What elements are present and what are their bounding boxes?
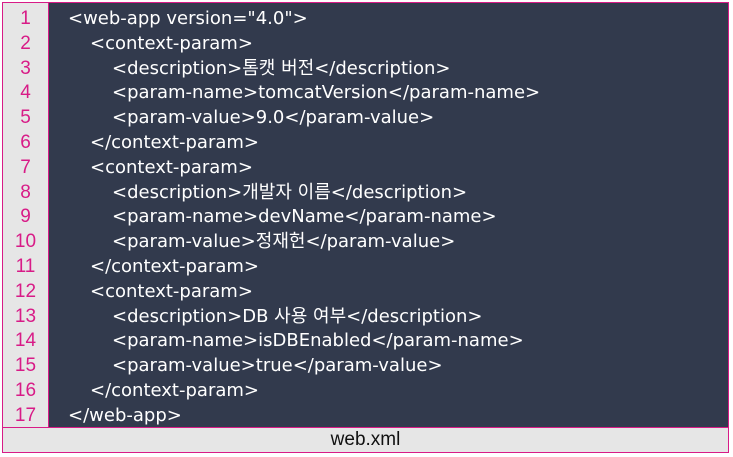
line-number: 2 (20, 32, 31, 54)
code-line: <description>톰캣 버전</description> (112, 57, 451, 79)
code-line: </web-app> (68, 404, 182, 426)
code-line: <context-param> (90, 156, 253, 178)
code-line: <param-name>devName</param-name> (112, 206, 497, 228)
line-number: 12 (14, 280, 37, 302)
line-number: 9 (20, 206, 31, 228)
line-number: 13 (14, 305, 37, 327)
line-number: 4 (20, 82, 31, 104)
line-number-gutter: 1 2 3 4 5 6 7 8 9 10 11 12 13 14 15 16 17 (3, 3, 49, 427)
line-number: 11 (15, 256, 36, 277)
code-line: <param-name>isDBEnabled</param-name> (112, 330, 524, 352)
code-line: <web-app version="4.0"> (68, 8, 308, 29)
code-line: <context-param> (90, 280, 253, 302)
code-block: 1 2 3 4 5 6 7 8 9 10 11 12 13 14 15 16 17 <web-app versi… (3, 3, 728, 427)
code-line: <param-value>true</param-value> (112, 355, 443, 377)
line-number: 7 (20, 156, 31, 178)
line-number: 16 (14, 380, 37, 401)
code-line: <description>개발자 이름</description> (112, 181, 468, 203)
line-number: 5 (20, 107, 31, 129)
file-caption: web.xml (3, 427, 728, 452)
code-line: <param-name>tomcatVersion</param-name> (112, 82, 541, 104)
code-line: </context-param> (90, 256, 259, 277)
code-line: <description>DB 사용 여부</description> (112, 305, 483, 327)
code-line: <param-value>9.0</param-value> (112, 107, 435, 129)
line-number: 14 (14, 330, 37, 352)
code-line: </context-param> (90, 132, 259, 153)
line-number: 8 (20, 181, 31, 203)
code-figure: 1 2 3 4 5 6 7 8 9 10 11 12 13 14 15 16 17 <web-app versi… (2, 2, 729, 453)
line-number: 17 (14, 404, 37, 426)
line-number: 10 (14, 231, 37, 253)
code-line: <param-value>정재헌</param-value> (112, 231, 456, 253)
code-line: <context-param> (90, 32, 253, 54)
line-number: 3 (20, 57, 31, 79)
line-number: 1 (20, 8, 31, 29)
line-number: 6 (20, 132, 31, 153)
line-number: 15 (14, 355, 37, 377)
code-editor: <web-app version="4.0"> <context-param> <d… (49, 3, 728, 427)
code-line: </context-param> (90, 380, 259, 401)
